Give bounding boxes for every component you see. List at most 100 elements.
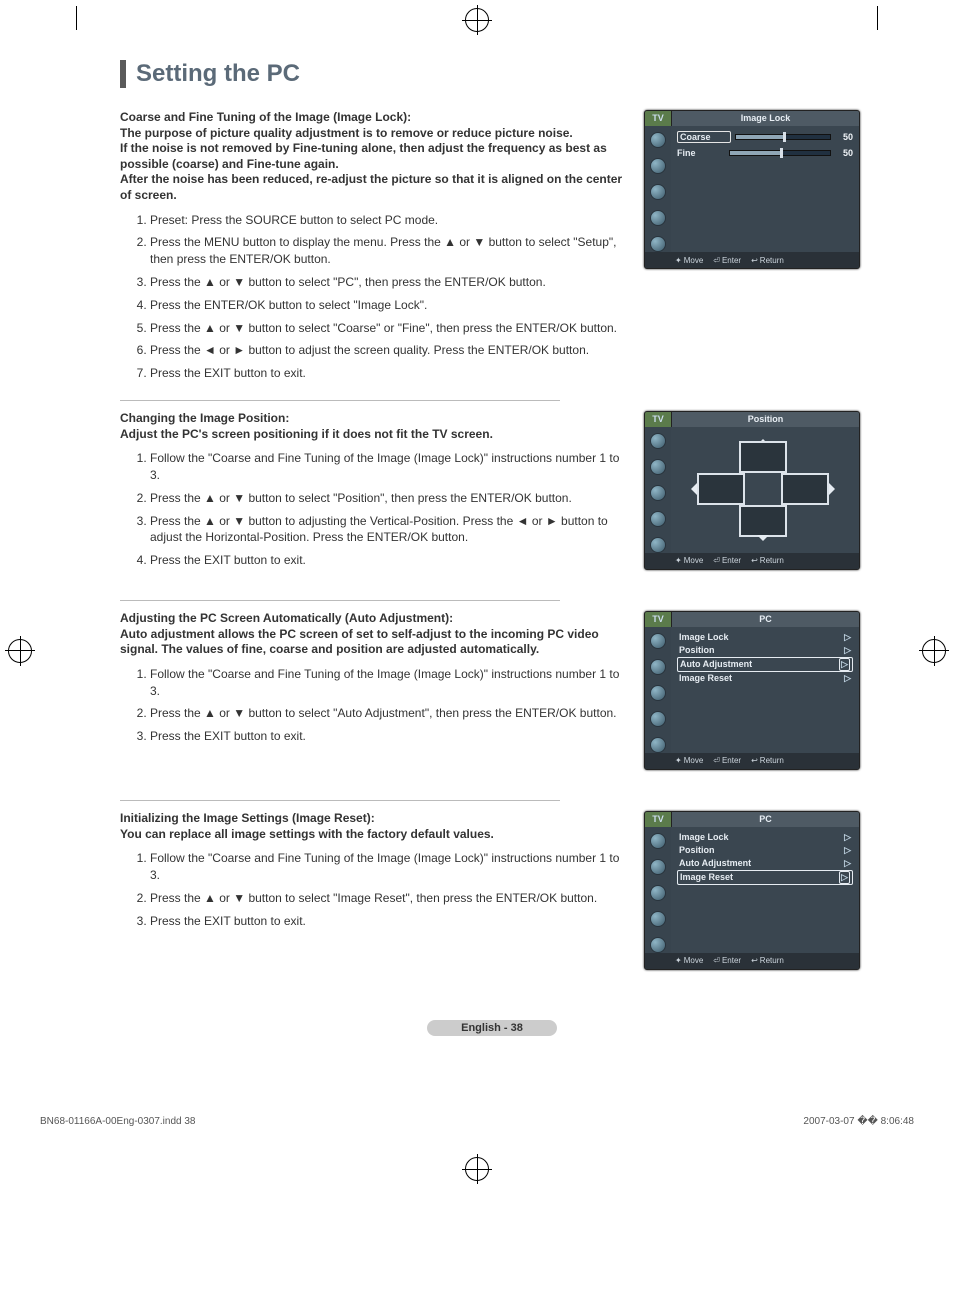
enter-icon: ⏎: [713, 556, 720, 565]
step: Press the ENTER/OK button to select "Ima…: [150, 297, 624, 314]
osd-menu-item[interactable]: Auto Adjustment▷: [677, 857, 853, 870]
step: Press the MENU button to display the men…: [150, 234, 624, 268]
osd-icon: [650, 937, 666, 953]
osd-menu-item[interactable]: Auto Adjustment▷: [677, 657, 853, 672]
osd-icon: [650, 737, 666, 753]
chevron-right-icon: ▷: [839, 658, 850, 671]
osd-menu-item[interactable]: Image Lock▷: [677, 631, 853, 644]
section-position: Changing the Image Position: Adjust the …: [120, 411, 864, 590]
osd-icon: [650, 633, 666, 649]
position-diagram[interactable]: [677, 431, 853, 531]
osd-menu-item[interactable]: Position▷: [677, 644, 853, 657]
section-intro: Changing the Image Position: Adjust the …: [120, 411, 624, 442]
chevron-right-icon: ▷: [844, 673, 851, 684]
osd-menu-item[interactable]: Image Lock▷: [677, 831, 853, 844]
print-footer: BN68-01166A-00Eng-0307.indd 38 2007-03-0…: [0, 1076, 954, 1147]
osd-tv-badge: TV: [645, 111, 671, 126]
step: Press the ▲ or ▼ button to select "Image…: [150, 890, 624, 907]
return-icon: ↩: [751, 756, 758, 765]
chevron-right-icon: ▷: [844, 632, 851, 643]
chevron-right-icon: ▷: [844, 645, 851, 656]
position-screen-icon: [781, 473, 829, 505]
osd-tv-badge: TV: [645, 612, 671, 627]
osd-icon: [650, 537, 666, 553]
step: Press the ◄ or ► button to adjust the sc…: [150, 342, 624, 359]
osd-slider-label: Coarse: [677, 131, 731, 143]
osd-icon: [650, 511, 666, 527]
section-divider: [120, 400, 560, 401]
arrow-right-icon: [829, 483, 841, 495]
osd-image-lock: TV Image Lock Coarse: [644, 110, 860, 269]
section-divider: [120, 600, 560, 601]
osd-menu-list: Image Lock▷ Position▷ Auto Adjustment▷ I…: [677, 631, 853, 685]
osd-pc-reset: TV PC Image Lock▷ Position▷: [644, 811, 860, 970]
osd-menu-item[interactable]: Position▷: [677, 844, 853, 857]
osd-footer: ✦Move ⏎Enter ↩Return: [645, 553, 859, 569]
osd-menu-item[interactable]: Image Reset▷: [677, 672, 853, 685]
osd-icon: [650, 433, 666, 449]
step: Follow the "Coarse and Fine Tuning of th…: [150, 450, 624, 484]
osd-side-icons: [645, 827, 671, 953]
section-intro: Coarse and Fine Tuning of the Image (Ima…: [120, 110, 624, 204]
osd-side-icons: [645, 627, 671, 753]
step: Press the ▲ or ▼ button to select "Posit…: [150, 490, 624, 507]
page-number-label: English - 38: [427, 1020, 557, 1036]
osd-icon: [650, 911, 666, 927]
chevron-right-icon: ▷: [839, 871, 850, 884]
osd-icon: [650, 885, 666, 901]
osd-icon: [650, 859, 666, 875]
step: Press the ▲ or ▼ button to select "Auto …: [150, 705, 624, 722]
page-title: Setting the PC: [136, 60, 864, 88]
osd-slider-row[interactable]: Fine 50: [677, 146, 853, 160]
section-steps: Follow the "Coarse and Fine Tuning of th…: [120, 666, 624, 745]
enter-icon: ⏎: [713, 956, 720, 965]
osd-icon: [650, 711, 666, 727]
osd-menu-item[interactable]: Image Reset▷: [677, 870, 853, 885]
osd-icon: [650, 210, 666, 226]
osd-icon: [650, 132, 666, 148]
position-screen-icon: [697, 473, 745, 505]
osd-slider-bar[interactable]: [729, 150, 831, 156]
osd-tv-badge: TV: [645, 412, 671, 427]
osd-slider-value: 50: [835, 148, 853, 158]
updown-icon: ✦: [675, 256, 682, 265]
move-icon: ✦: [675, 556, 682, 565]
section-divider: [120, 800, 560, 801]
osd-side-icons: [645, 126, 671, 252]
osd-caption: PC: [671, 812, 859, 827]
step: Press the EXIT button to exit.: [150, 913, 624, 930]
section-steps: Follow the "Coarse and Fine Tuning of th…: [120, 850, 624, 929]
step: Press the EXIT button to exit.: [150, 728, 624, 745]
section-steps: Follow the "Coarse and Fine Tuning of th…: [120, 450, 624, 569]
updown-icon: ✦: [675, 956, 682, 965]
osd-caption: PC: [671, 612, 859, 627]
osd-icon: [650, 184, 666, 200]
osd-footer: ✦Move ⏎Enter ↩Return: [645, 753, 859, 769]
section-image-lock: Coarse and Fine Tuning of the Image (Ima…: [120, 110, 864, 390]
osd-slider-value: 50: [835, 132, 853, 142]
step: Follow the "Coarse and Fine Tuning of th…: [150, 850, 624, 884]
section-intro: Initializing the Image Settings (Image R…: [120, 811, 624, 842]
section-image-reset: Initializing the Image Settings (Image R…: [120, 811, 864, 990]
osd-slider-bar[interactable]: [735, 134, 831, 140]
osd-icon: [650, 459, 666, 475]
step: Press the EXIT button to exit.: [150, 365, 624, 382]
page-title-bar: Setting the PC: [120, 60, 864, 88]
osd-footer: ✦Move ⏎Enter ↩Return: [645, 953, 859, 969]
step: Follow the "Coarse and Fine Tuning of th…: [150, 666, 624, 700]
enter-icon: ⏎: [713, 256, 720, 265]
osd-side-icons: [645, 427, 671, 553]
osd-icon: [650, 485, 666, 501]
return-icon: ↩: [751, 956, 758, 965]
osd-slider-row[interactable]: Coarse 50: [677, 130, 853, 144]
osd-menu-list: Image Lock▷ Position▷ Auto Adjustment▷ I…: [677, 831, 853, 885]
position-screen-icon: [739, 505, 787, 537]
osd-footer: ✦Move ⏎Enter ↩Return: [645, 252, 859, 268]
osd-icon: [650, 158, 666, 174]
section-intro: Adjusting the PC Screen Automatically (A…: [120, 611, 624, 658]
osd-slider-label: Fine: [677, 148, 725, 158]
position-screen-icon: [739, 441, 787, 473]
chevron-right-icon: ▷: [844, 858, 851, 869]
footer-date: 2007-03-07 �� 8:06:48: [803, 1116, 914, 1127]
step: Press the ▲ or ▼ button to select "PC", …: [150, 274, 624, 291]
